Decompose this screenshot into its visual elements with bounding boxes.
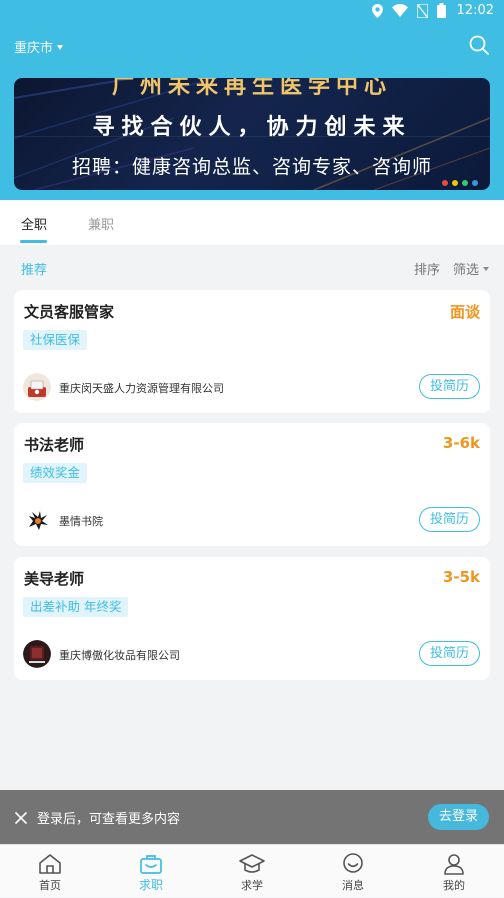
nav-study-label: 求学	[241, 879, 263, 892]
job-benefit-tag: 绩效奖金	[23, 463, 88, 483]
nav-home-label: 首页	[39, 879, 61, 892]
job-card[interactable]: 书法老师 3-6k 绩效奖金 墨情书院 投简历	[14, 423, 490, 546]
city-label: 重庆市	[14, 41, 54, 56]
job-card[interactable]: 美导老师 3-5k 出差补助 年终奖 重庆博傲化妆品有限公司 投简历	[14, 557, 490, 680]
job-salary: 3-6k	[442, 434, 480, 452]
nav-jobs[interactable]: 求职	[101, 845, 201, 898]
nav-messages-label: 消息	[342, 879, 364, 892]
caret-down-icon	[483, 266, 490, 271]
top-header: 12:02 重庆市 广州未来再生医学中心 寻找合伙人，协力创未来 招聘：健康咨询…	[0, 0, 504, 200]
apply-button[interactable]: 投简历	[419, 641, 480, 666]
job-title: 美导老师	[24, 570, 85, 588]
status-bar: 12:02	[0, 0, 504, 24]
city-selector[interactable]: 重庆市	[14, 37, 64, 56]
user-icon	[444, 854, 464, 875]
company-name: 重庆闵天盛人力资源管理有限公司	[59, 382, 224, 395]
nav-home[interactable]: 首页	[0, 845, 100, 898]
status-time: 12:02	[456, 3, 494, 18]
job-type-tabs: 全职 兼职	[0, 200, 504, 245]
recommend-option[interactable]: 推荐	[21, 259, 47, 278]
company-logo-icon	[23, 506, 51, 534]
search-button[interactable]	[468, 34, 492, 58]
company-logo-icon	[23, 640, 51, 668]
graduation-cap-icon	[239, 854, 265, 873]
job-title: 文员客服管家	[24, 303, 115, 321]
nav-jobs-label: 求职	[138, 878, 163, 892]
caret-down-icon	[57, 44, 64, 50]
login-prompt-bar: 登录后，可查看更多内容 去登录	[0, 790, 504, 844]
tab-fulltime[interactable]: 全职	[21, 214, 47, 233]
job-card[interactable]: 文员客服管家 面谈 社保医保 重庆闵天盛人力资源管理有限公司 投简历	[14, 290, 490, 413]
job-salary: 面谈	[449, 303, 480, 321]
job-benefit-tag: 出差补助 年终奖	[23, 597, 129, 617]
company-logo	[23, 640, 51, 668]
company-name: 重庆博傲化妆品有限公司	[59, 649, 180, 662]
close-icon	[14, 811, 28, 825]
tab-parttime[interactable]: 兼职	[88, 214, 114, 233]
banner-headline: 广州未来再生医学中心	[111, 78, 392, 99]
banner-recruit-text: 招聘：健康咨询总监、咨询专家、咨询师	[71, 156, 432, 178]
filter-button[interactable]: 筛选	[453, 259, 490, 278]
bottom-nav: 首页 求职 求学 消息 我的	[0, 844, 504, 897]
search-icon	[469, 35, 489, 55]
job-benefit-tag: 社保医保	[23, 330, 88, 350]
company-logo	[23, 373, 51, 401]
nav-study[interactable]: 求学	[202, 845, 302, 898]
battery-icon	[436, 3, 446, 18]
filter-label: 筛选	[453, 263, 480, 278]
login-button[interactable]: 去登录	[428, 804, 489, 830]
job-salary: 3-5k	[442, 568, 480, 586]
sort-button[interactable]: 排序	[414, 259, 440, 278]
nav-mine-label: 我的	[443, 879, 465, 892]
home-icon	[39, 854, 61, 874]
banner-decoration	[442, 180, 478, 186]
no-sim-icon	[416, 3, 428, 18]
apply-button[interactable]: 投简历	[419, 374, 480, 399]
message-icon	[343, 853, 363, 873]
company-name: 墨情书院	[59, 515, 103, 528]
promo-banner[interactable]: 广州未来再生医学中心 寻找合伙人，协力创未来 招聘：健康咨询总监、咨询专家、咨询…	[14, 78, 490, 190]
filter-row: 推荐 排序 筛选	[0, 246, 504, 288]
location-icon	[371, 3, 383, 18]
apply-button[interactable]: 投简历	[419, 507, 480, 532]
wifi-icon	[391, 4, 408, 17]
header-row: 重庆市	[0, 30, 504, 64]
job-title: 书法老师	[24, 436, 85, 454]
company-logo-icon	[23, 373, 51, 401]
banner-slogan: 寻找合伙人，协力创未来	[92, 115, 412, 140]
nav-messages[interactable]: 消息	[303, 845, 403, 898]
login-prompt-text: 登录后，可查看更多内容	[37, 812, 181, 827]
briefcase-icon	[140, 855, 162, 874]
close-button[interactable]	[14, 810, 28, 825]
nav-mine[interactable]: 我的	[404, 845, 504, 898]
active-tab-indicator	[20, 240, 47, 243]
company-logo	[23, 506, 51, 534]
